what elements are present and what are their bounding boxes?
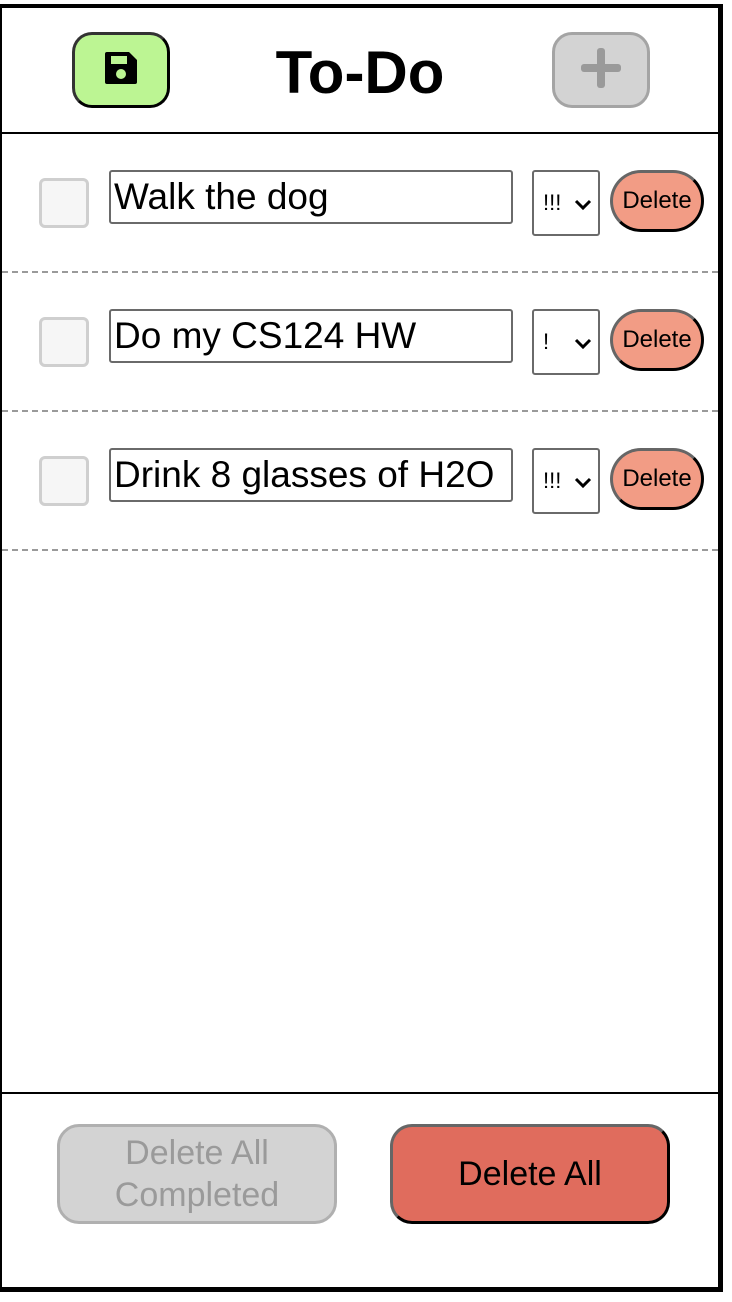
app-frame: To-Do !!! Delete xyxy=(0,4,723,1292)
todo-row: !!! Delete xyxy=(2,412,718,551)
plus-icon xyxy=(577,44,625,97)
todo-row: !!! Delete xyxy=(2,134,718,273)
chevron-down-icon xyxy=(574,470,592,496)
delete-completed-label-line2: Completed xyxy=(114,1176,280,1214)
footer: Delete All Completed Delete All xyxy=(2,1092,718,1287)
chevron-down-icon xyxy=(574,331,592,357)
add-task-button[interactable] xyxy=(552,32,650,108)
task-text-input[interactable] xyxy=(109,170,513,224)
todo-row: ! Delete xyxy=(2,273,718,412)
priority-select[interactable]: ! xyxy=(532,309,600,375)
complete-checkbox[interactable] xyxy=(39,456,89,506)
header: To-Do xyxy=(2,8,718,134)
delete-all-button[interactable]: Delete All xyxy=(390,1124,670,1224)
delete-all-completed-button[interactable]: Delete All Completed xyxy=(57,1124,337,1224)
priority-value: ! xyxy=(543,329,550,354)
todo-list: !!! Delete ! Delete !!! xyxy=(2,134,718,551)
task-text-input[interactable] xyxy=(109,448,513,502)
chevron-down-icon xyxy=(574,192,592,218)
priority-value: !!! xyxy=(543,468,562,493)
delete-button[interactable]: Delete xyxy=(610,170,704,232)
delete-button[interactable]: Delete xyxy=(610,448,704,510)
complete-checkbox[interactable] xyxy=(39,317,89,367)
delete-completed-label-line1: Delete All xyxy=(125,1134,269,1172)
priority-select[interactable]: !!! xyxy=(532,448,600,514)
delete-button[interactable]: Delete xyxy=(610,309,704,371)
complete-checkbox[interactable] xyxy=(39,178,89,228)
priority-value: !!! xyxy=(543,190,562,215)
priority-select[interactable]: !!! xyxy=(532,170,600,236)
task-text-input[interactable] xyxy=(109,309,513,363)
